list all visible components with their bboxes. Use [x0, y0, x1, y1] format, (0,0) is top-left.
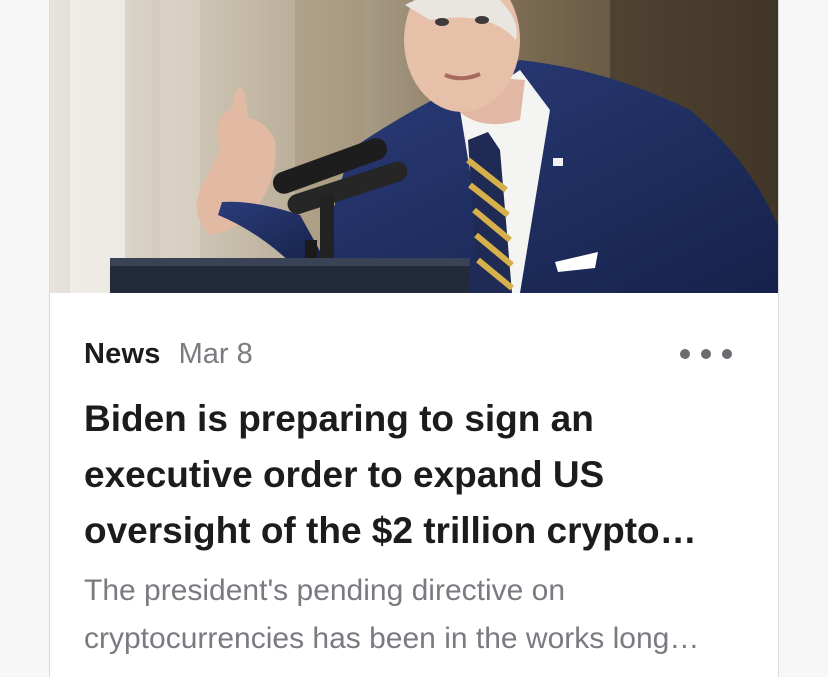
more-horizontal-icon: [680, 349, 690, 359]
article-image[interactable]: [50, 0, 778, 293]
article-meta: News Mar 8: [84, 334, 744, 374]
article-photo-illustration: [50, 0, 778, 293]
page: News Mar 8 Biden is preparing to sign an…: [0, 0, 828, 677]
more-horizontal-icon-dot-3: [722, 349, 732, 359]
more-horizontal-icon-dot-2: [701, 349, 711, 359]
article-date: Mar 8: [178, 337, 253, 370]
more-options-button[interactable]: [680, 344, 732, 364]
article-card[interactable]: News Mar 8 Biden is preparing to sign an…: [49, 0, 779, 677]
article-summary: The president's pending directive on cry…: [84, 574, 670, 655]
article-category[interactable]: News: [84, 338, 161, 371]
article-headline[interactable]: Biden is preparing to sign an executive …: [84, 391, 754, 559]
